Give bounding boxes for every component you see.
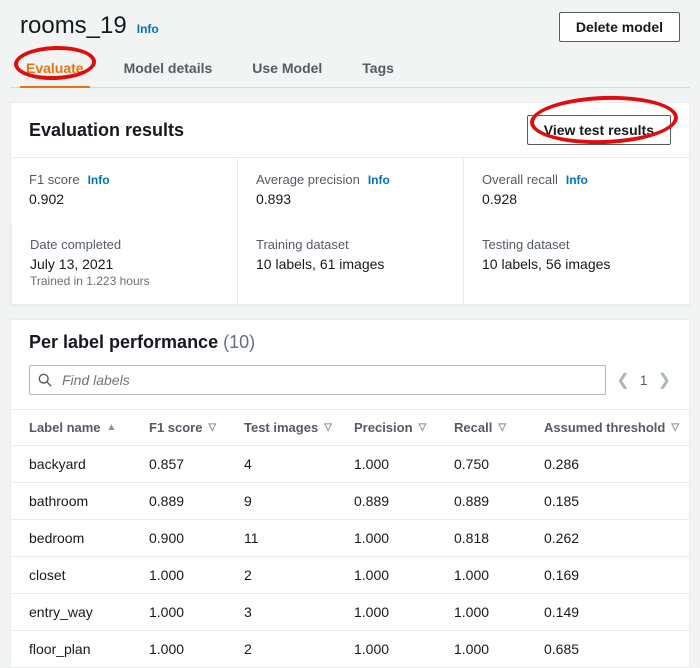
cell-precision: 1.000: [354, 641, 454, 657]
prev-page-button[interactable]: ❮: [616, 370, 629, 390]
cell-precision: 1.000: [354, 456, 454, 472]
cell-recall: 1.000: [454, 604, 544, 620]
cell-f1: 1.000: [149, 641, 244, 657]
cell-threshold: 0.185: [544, 493, 684, 509]
date-completed-label: Date completed: [30, 237, 121, 252]
cell-threshold: 0.685: [544, 641, 684, 657]
cell-threshold: 0.262: [544, 530, 684, 546]
cell-recall: 1.000: [454, 641, 544, 657]
cell-precision: 0.889: [354, 493, 454, 509]
find-labels-search[interactable]: [29, 365, 606, 395]
cell-f1: 0.857: [149, 456, 244, 472]
cell-threshold: 0.286: [544, 456, 684, 472]
cell-f1: 1.000: [149, 604, 244, 620]
tab-evaluate[interactable]: Evaluate: [20, 50, 90, 88]
date-completed-value: July 13, 2021: [30, 256, 219, 272]
cell-label: backyard: [29, 456, 149, 472]
col-recall[interactable]: Recall▽: [454, 420, 544, 435]
sort-icon: ▽: [671, 422, 679, 433]
sort-icon: ▽: [208, 422, 216, 433]
training-dataset-value: 10 labels, 61 images: [256, 256, 445, 272]
evaluation-results-panel: Evaluation results View test results F1 …: [10, 102, 690, 305]
training-dataset-label: Training dataset: [256, 237, 349, 252]
view-test-results-button[interactable]: View test results: [527, 115, 671, 145]
cell-label: floor_plan: [29, 641, 149, 657]
cell-threshold: 0.149: [544, 604, 684, 620]
cell-precision: 1.000: [354, 567, 454, 583]
testing-dataset-value: 10 labels, 56 images: [482, 256, 671, 272]
overall-recall-label: Overall recall: [482, 172, 558, 187]
cell-precision: 1.000: [354, 530, 454, 546]
col-precision[interactable]: Precision▽: [354, 420, 454, 435]
cell-recall: 1.000: [454, 567, 544, 583]
header-info-link[interactable]: Info: [137, 22, 159, 36]
cell-recall: 0.889: [454, 493, 544, 509]
search-icon: [38, 373, 52, 387]
cell-f1: 0.900: [149, 530, 244, 546]
table-row: backyard0.85741.0000.7500.286: [11, 445, 689, 482]
f1-info-link[interactable]: Info: [88, 173, 110, 187]
cell-test: 3: [244, 604, 354, 620]
cell-label: closet: [29, 567, 149, 583]
per-label-performance-panel: Per label performance (10) ❮ 1 ❯ Label n…: [10, 319, 690, 668]
next-page-button[interactable]: ❯: [658, 370, 671, 390]
sort-asc-icon: ▲: [107, 422, 117, 433]
avg-precision-value: 0.893: [256, 191, 445, 207]
cell-label: bedroom: [29, 530, 149, 546]
sort-icon: ▽: [419, 422, 427, 433]
cell-test: 9: [244, 493, 354, 509]
tab-tags[interactable]: Tags: [356, 50, 400, 87]
evaluation-results-title: Evaluation results: [29, 120, 184, 141]
overall-recall-value: 0.928: [482, 191, 671, 207]
cell-recall: 0.750: [454, 456, 544, 472]
sort-icon: ▽: [498, 422, 506, 433]
avg-precision-label: Average precision: [256, 172, 360, 187]
trained-duration: Trained in 1.223 hours: [30, 274, 219, 288]
f1-score-label: F1 score: [29, 172, 80, 187]
cell-threshold: 0.169: [544, 567, 684, 583]
tab-use-model[interactable]: Use Model: [246, 50, 328, 87]
f1-score-value: 0.902: [29, 191, 219, 207]
col-label-name[interactable]: Label name▲: [29, 420, 149, 435]
cell-f1: 1.000: [149, 567, 244, 583]
tab-model-details[interactable]: Model details: [118, 50, 219, 87]
overall-recall-info-link[interactable]: Info: [566, 173, 588, 187]
cell-test: 4: [244, 456, 354, 472]
page-title: rooms_19: [20, 12, 127, 40]
table-row: bedroom0.900111.0000.8180.262: [11, 519, 689, 556]
cell-label: entry_way: [29, 604, 149, 620]
col-assumed-threshold[interactable]: Assumed threshold▽: [544, 420, 684, 435]
cell-recall: 0.818: [454, 530, 544, 546]
page-number: 1: [640, 372, 648, 388]
cell-label: bathroom: [29, 493, 149, 509]
table-header: Label name▲ F1 score▽ Test images▽ Preci…: [11, 409, 689, 445]
per-label-title: Per label performance: [29, 332, 218, 352]
col-test-images[interactable]: Test images▽: [244, 420, 354, 435]
pagination: ❮ 1 ❯: [616, 370, 671, 390]
sort-icon: ▽: [324, 422, 332, 433]
table-row: floor_plan1.00021.0001.0000.685: [11, 630, 689, 667]
testing-dataset-label: Testing dataset: [482, 237, 569, 252]
col-f1-score[interactable]: F1 score▽: [149, 420, 244, 435]
table-row: entry_way1.00031.0001.0000.149: [11, 593, 689, 630]
per-label-count: (10): [223, 332, 255, 352]
delete-model-button[interactable]: Delete model: [559, 12, 680, 42]
cell-test: 11: [244, 530, 354, 546]
cell-test: 2: [244, 567, 354, 583]
table-row: bathroom0.88990.8890.8890.185: [11, 482, 689, 519]
find-labels-input[interactable]: [60, 371, 597, 389]
cell-f1: 0.889: [149, 493, 244, 509]
avg-precision-info-link[interactable]: Info: [368, 173, 390, 187]
table-row: closet1.00021.0001.0000.169: [11, 556, 689, 593]
table-body: backyard0.85741.0000.7500.286bathroom0.8…: [11, 445, 689, 667]
tab-bar: Evaluate Model details Use Model Tags: [10, 50, 690, 88]
cell-precision: 1.000: [354, 604, 454, 620]
cell-test: 2: [244, 641, 354, 657]
